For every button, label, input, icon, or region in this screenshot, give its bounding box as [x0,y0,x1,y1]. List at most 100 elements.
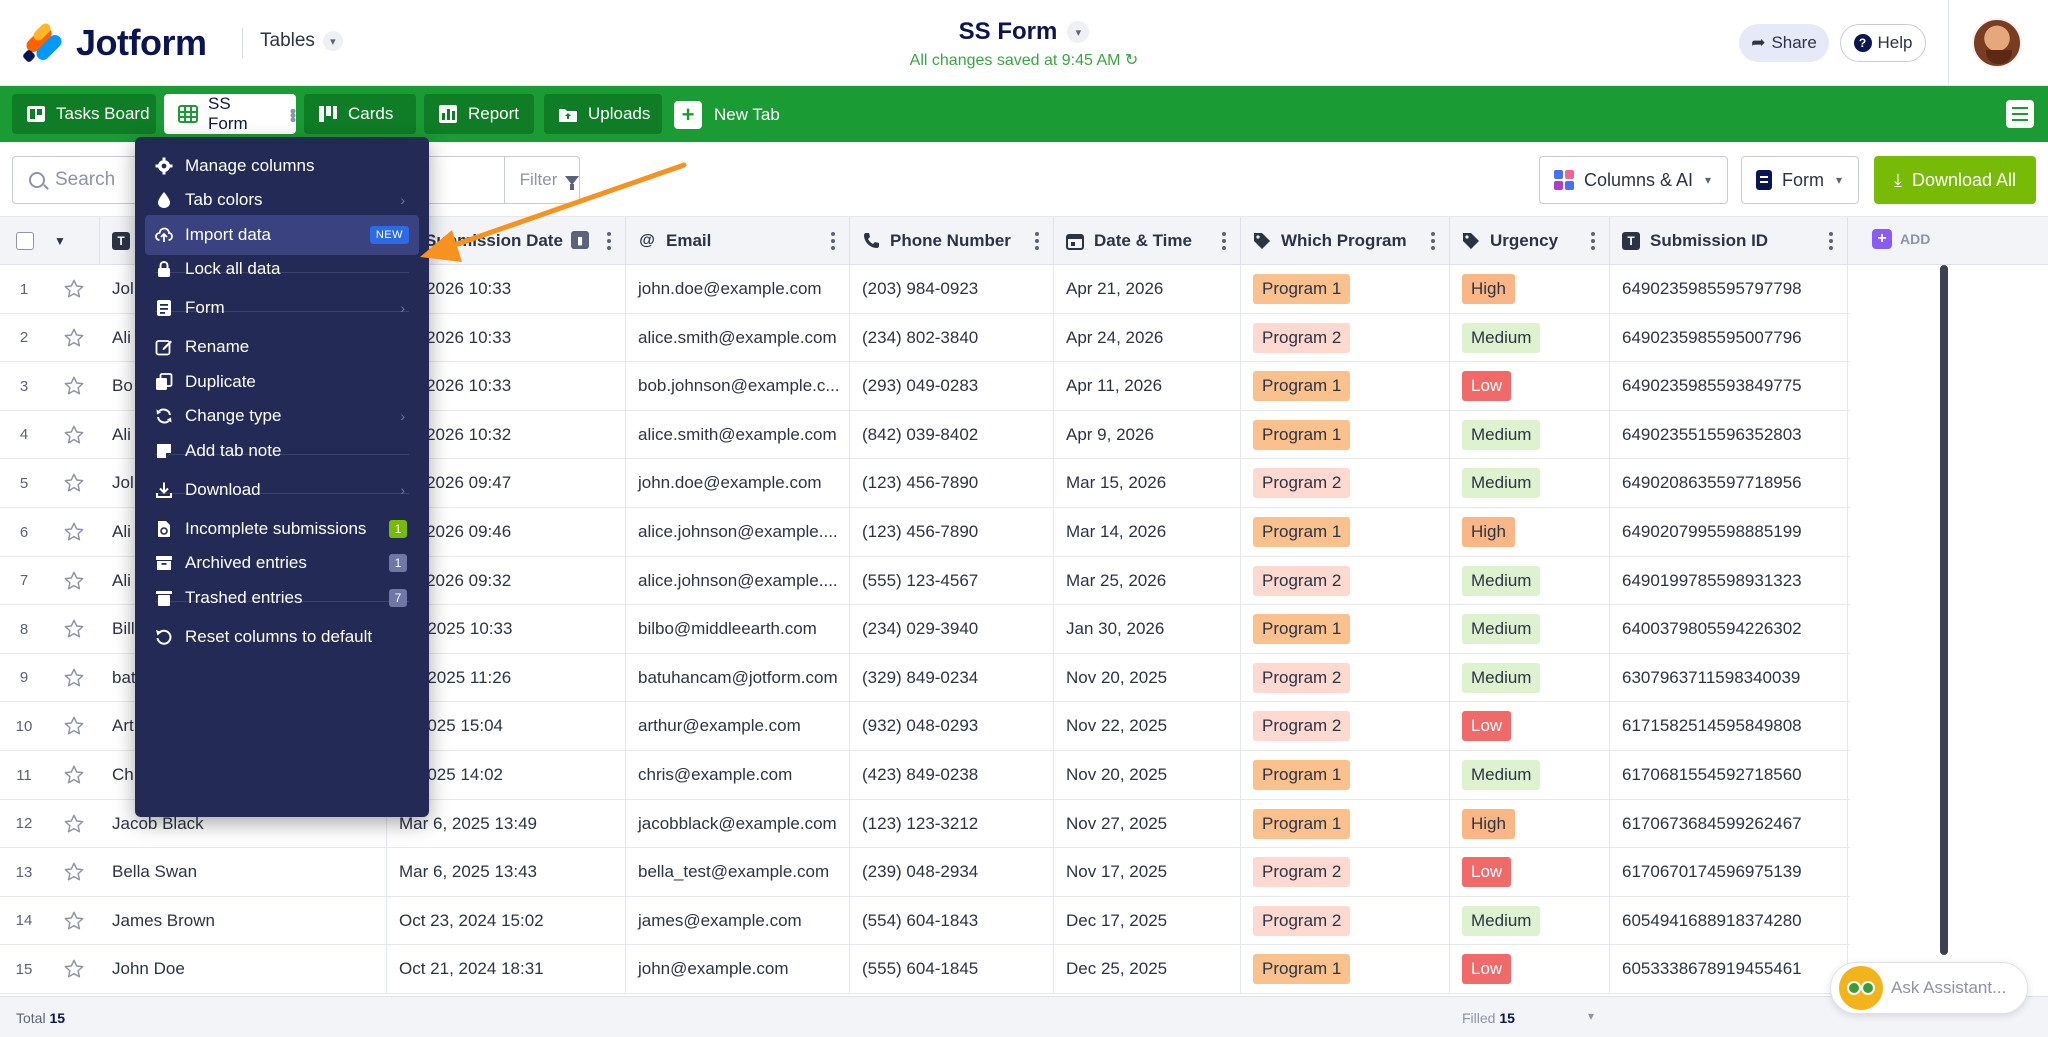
cell-urgency[interactable]: Low [1450,362,1610,411]
cell-urgency[interactable]: Medium [1450,410,1610,459]
column-menu-icon[interactable] [831,232,835,250]
cell-program[interactable]: Program 1 [1241,362,1450,411]
cell-dt[interactable]: Nov 17, 2025 [1054,848,1241,897]
column-menu-icon[interactable] [1431,232,1435,250]
star-icon[interactable] [63,861,85,883]
cell-dt[interactable]: Mar 15, 2026 [1054,459,1241,508]
star-icon[interactable] [63,278,85,300]
cell-dt[interactable]: Nov 22, 2025 [1054,702,1241,751]
cell-urgency[interactable]: Low [1450,702,1610,751]
cell-phone[interactable]: (234) 802-3840 [850,313,1054,362]
cell-dt[interactable]: Nov 20, 2025 [1054,653,1241,702]
cell-urgency[interactable]: Medium [1450,896,1610,945]
hamburger-menu-icon[interactable] [2006,100,2034,128]
cell-dt[interactable]: Nov 20, 2025 [1054,751,1241,799]
cell-email[interactable]: bella_test@example.com [626,848,850,897]
cell-dt[interactable]: Mar 14, 2026 [1054,508,1241,556]
star-icon[interactable] [63,472,85,494]
menu-item-change-type[interactable]: Change type › [145,396,419,436]
star-icon[interactable] [63,618,85,640]
cell-dt[interactable]: Dec 17, 2025 [1054,896,1241,945]
star-icon[interactable] [63,910,85,932]
cell-program[interactable]: Program 2 [1241,556,1450,605]
share-button[interactable]: ➦ Share [1739,24,1829,62]
ask-assistant-button[interactable]: Ask Assistant... [1830,962,2028,1014]
columns-ai-button[interactable]: Columns & AI ▾ [1539,156,1728,204]
tab-ss-form[interactable]: SS Form ••• [164,94,303,134]
column-header-email[interactable]: @ Email [626,217,850,265]
cell-phone[interactable]: (203) 984-0923 [850,265,1054,313]
app-switcher[interactable]: Tables ▾ [260,30,343,52]
cell-sid[interactable]: 6170670174596975139 [1610,848,1848,897]
new-tab-button[interactable]: + New Tab [674,100,780,130]
menu-item-reset-columns-to-default[interactable]: Reset columns to default [145,617,419,657]
cell-dt[interactable]: Apr 11, 2026 [1054,362,1241,411]
table-row[interactable]: 14 James Brown Oct 23, 2024 15:02 james@exa… [0,896,1850,946]
star-icon[interactable] [63,521,85,543]
filled-count[interactable]: Filled 15 [1462,1010,1515,1026]
column-header-urgency[interactable]: Urgency [1450,217,1610,265]
cell-email[interactable]: chris@example.com [626,751,850,799]
cell-program[interactable]: Program 2 [1241,848,1450,897]
column-menu-icon[interactable] [1829,232,1833,250]
cell-date[interactable]: Oct 21, 2024 18:31 [387,945,626,994]
cell-dt[interactable]: Dec 25, 2025 [1054,945,1241,994]
cell-sid[interactable]: 6170681554592718560 [1610,751,1848,799]
cell-sid[interactable]: 6490235515596352803 [1610,410,1848,459]
cell-program[interactable]: Program 2 [1241,313,1450,362]
cell-phone[interactable]: (123) 123-3212 [850,799,1054,848]
cell-sid[interactable]: 6171582514595849808 [1610,702,1848,751]
cell-dt[interactable]: Nov 27, 2025 [1054,799,1241,848]
cell-email[interactable]: james@example.com [626,896,850,945]
cell-email[interactable]: jacobblack@example.com [626,799,850,848]
cell-email[interactable]: alice.smith@example.com [626,410,850,459]
menu-item-download[interactable]: Download › [145,470,419,510]
cell-program[interactable]: Program 1 [1241,751,1450,799]
column-menu-icon[interactable] [607,232,611,250]
column-header-phone-number[interactable]: Phone Number [850,217,1054,265]
star-icon[interactable] [63,667,85,689]
column-menu-icon[interactable] [1591,232,1595,250]
cell-urgency[interactable]: Medium [1450,605,1610,654]
cell-phone[interactable]: (123) 456-7890 [850,459,1054,508]
cell-phone[interactable]: (842) 039-8402 [850,410,1054,459]
cell-urgency[interactable]: Low [1450,848,1610,897]
table-row[interactable]: 15 John Doe Oct 21, 2024 18:31 john@example… [0,945,1850,994]
cell-phone[interactable]: (234) 029-3940 [850,605,1054,654]
column-menu-icon[interactable] [1222,232,1226,250]
cell-phone[interactable]: (293) 049-0283 [850,362,1054,411]
cell-email[interactable]: alice.smith@example.com [626,313,850,362]
cell-dt[interactable]: Mar 25, 2026 [1054,556,1241,605]
cell-sid[interactable]: 6490235985595797798 [1610,265,1848,313]
cell-phone[interactable]: (555) 123-4567 [850,556,1054,605]
cell-program[interactable]: Program 2 [1241,459,1450,508]
cell-urgency[interactable]: High [1450,508,1610,556]
menu-item-add-tab-note[interactable]: Add tab note [145,431,419,471]
cell-program[interactable]: Program 2 [1241,653,1450,702]
form-dropdown[interactable]: Form ▾ [1741,156,1859,204]
cell-date[interactable]: Mar 6, 2025 13:43 [387,848,626,897]
column-header-date-time[interactable]: Date & Time [1054,217,1241,265]
cell-email[interactable]: alice.johnson@example.... [626,556,850,605]
tab-report[interactable]: Report [424,94,534,134]
tab-options-icon[interactable]: ••• [283,108,303,121]
cell-phone[interactable]: (123) 456-7890 [850,508,1054,556]
cell-name[interactable]: Bella Swan [100,848,387,897]
cell-email[interactable]: alice.johnson@example.... [626,508,850,556]
cell-email[interactable]: john.doe@example.com [626,459,850,508]
cell-phone[interactable]: (329) 849-0234 [850,653,1054,702]
cell-phone[interactable]: (932) 048-0293 [850,702,1054,751]
cell-phone[interactable]: (423) 849-0238 [850,751,1054,799]
cell-dt[interactable]: Apr 24, 2026 [1054,313,1241,362]
table-row[interactable]: 13 Bella Swan Mar 6, 2025 13:43 bella_test@… [0,848,1850,897]
cell-program[interactable]: Program 1 [1241,605,1450,654]
star-icon[interactable] [63,715,85,737]
cell-dt[interactable]: Apr 21, 2026 [1054,265,1241,313]
star-icon[interactable] [63,375,85,397]
cell-email[interactable]: bob.johnson@example.c... [626,362,850,411]
cell-email[interactable]: bilbo@middleearth.com [626,605,850,654]
cell-sid[interactable]: 6400379805594226302 [1610,605,1848,654]
cell-urgency[interactable]: Medium [1450,556,1610,605]
column-header-which-program[interactable]: Which Program [1241,217,1450,265]
menu-item-rename[interactable]: Rename [145,327,419,367]
